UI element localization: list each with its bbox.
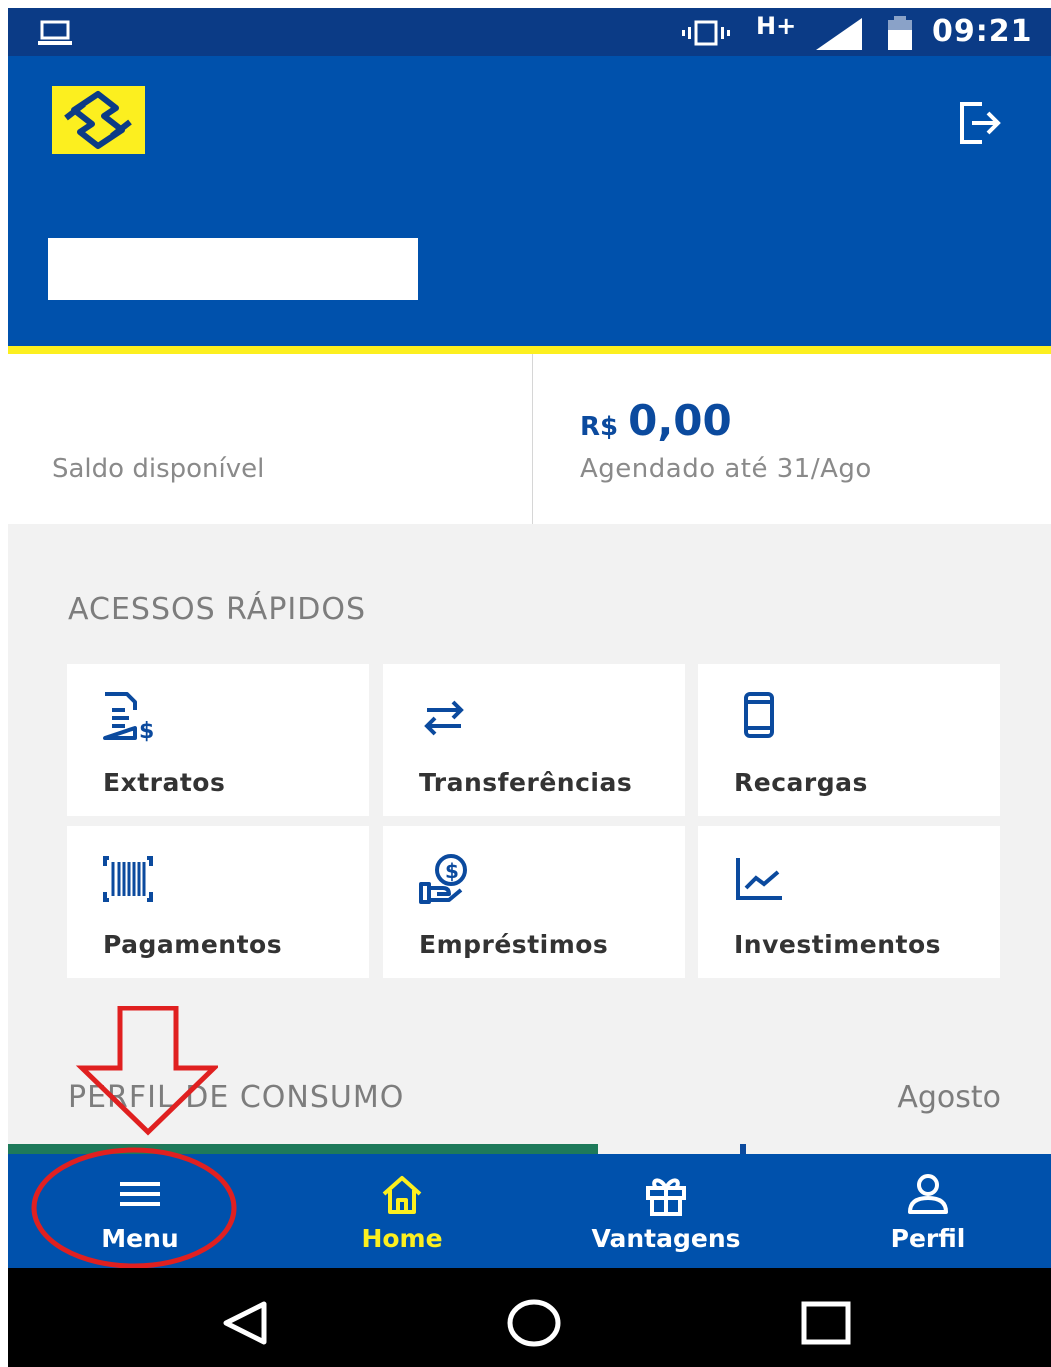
tile-label: Recargas [734, 768, 868, 797]
user-icon [908, 1174, 948, 1214]
barcode-icon [103, 856, 153, 902]
nav-label: Vantagens [591, 1224, 741, 1253]
tile-label: Empréstimos [419, 930, 609, 959]
logout-button[interactable] [952, 96, 1006, 150]
back-icon[interactable] [216, 1298, 272, 1348]
vibrate-icon [682, 20, 730, 46]
nav-vantagens[interactable]: Vantagens [566, 1154, 766, 1268]
consumption-month[interactable]: Agosto [897, 1080, 1001, 1115]
scheduled-label: Agendado até 31/Ago [580, 454, 872, 484]
status-bar: H+ 09:21 [8, 8, 1051, 56]
battery-icon [888, 16, 912, 50]
tile-investimentos[interactable]: Investimentos [698, 826, 1000, 978]
tile-recargas[interactable]: Recargas [698, 664, 1000, 816]
nav-home[interactable]: Home [302, 1154, 502, 1268]
recents-icon[interactable] [798, 1298, 854, 1348]
tile-label: Transferências [419, 768, 633, 797]
quick-access-title: ACESSOS RÁPIDOS [68, 592, 367, 627]
svg-text:$: $ [139, 719, 154, 744]
available-balance-label: Saldo disponível [52, 454, 265, 484]
gift-icon [646, 1178, 686, 1216]
laptop-icon [38, 20, 72, 45]
account-name-redacted [48, 238, 418, 300]
transfer-icon [424, 700, 464, 736]
tile-emprestimos[interactable]: $ Empréstimos [383, 826, 685, 978]
signal-icon [816, 18, 862, 50]
amount-value: 0,00 [628, 396, 732, 445]
balance-divider [532, 354, 533, 524]
scheduled-amount: R$ 0,00 [580, 396, 732, 445]
tile-label: Extratos [103, 768, 226, 797]
clock: 09:21 [932, 14, 1033, 49]
tile-transferencias[interactable]: Transferências [383, 664, 685, 816]
header-divider [8, 346, 1051, 354]
app-screen: H+ 09:21 Saldo disponível R$ 0,00 Agenda… [8, 8, 1051, 1367]
svg-text:$: $ [445, 859, 459, 883]
nav-perfil[interactable]: Perfil [828, 1154, 1028, 1268]
app-header [8, 56, 1051, 346]
home-circle-icon[interactable] [506, 1298, 562, 1348]
nav-label: Perfil [890, 1224, 966, 1253]
balance-panel: Saldo disponível R$ 0,00 Agendado até 31/… [8, 354, 1051, 524]
tile-extratos[interactable]: $ Extratos [67, 664, 369, 816]
phone-icon [744, 692, 774, 738]
chart-icon [736, 858, 782, 900]
network-type: H+ [756, 12, 797, 40]
red-circle-annotation [31, 1147, 237, 1269]
tile-label: Pagamentos [103, 930, 283, 959]
banco-do-brasil-logo [52, 86, 145, 154]
home-icon [382, 1176, 422, 1214]
red-arrow-annotation [75, 1006, 218, 1136]
statement-icon: $ [103, 692, 154, 744]
loan-icon: $ [419, 854, 467, 904]
system-navigation-bar [8, 1268, 1051, 1367]
nav-label: Home [361, 1224, 443, 1253]
currency-symbol: R$ [580, 412, 619, 442]
tile-label: Investimentos [734, 930, 942, 959]
tile-pagamentos[interactable]: Pagamentos [67, 826, 369, 978]
consumption-bar-marker [740, 1144, 746, 1154]
